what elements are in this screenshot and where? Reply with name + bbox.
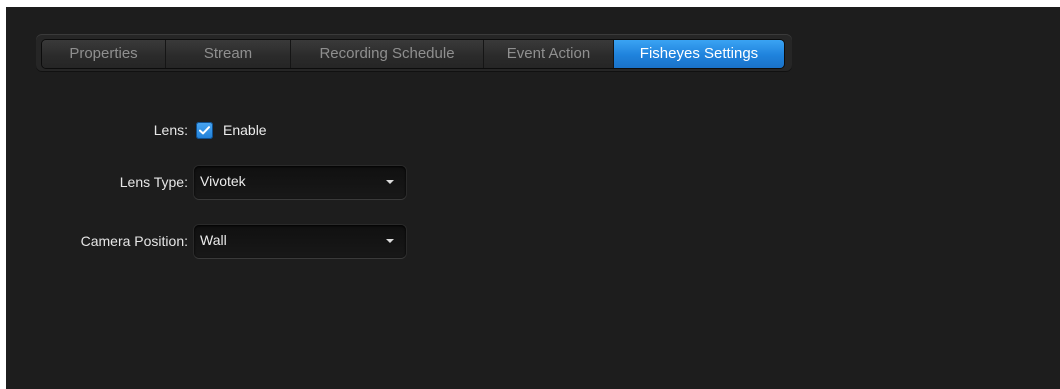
tab-properties[interactable]: Properties <box>42 40 166 68</box>
chevron-down-icon <box>386 179 394 184</box>
checkmark-icon <box>199 125 210 134</box>
lens-type-label: Lens Type: <box>119 174 188 190</box>
tab-fisheyes-settings[interactable]: Fisheyes Settings <box>614 40 784 68</box>
camera-position-dropdown[interactable]: Wall <box>194 224 406 258</box>
tab-recording-schedule[interactable]: Recording Schedule <box>291 40 484 68</box>
lens-row: Lens: Enable <box>0 115 267 145</box>
lens-type-dropdown[interactable]: Vivotek <box>194 165 406 199</box>
tab-event-action[interactable]: Event Action <box>484 40 614 68</box>
lens-type-value: Vivotek <box>200 172 246 189</box>
camera-position-row: Camera Position: Wall <box>0 224 406 258</box>
lens-enable-checkbox[interactable] <box>196 121 213 139</box>
tab-bar: Properties Stream Recording Schedule Eve… <box>42 40 784 68</box>
chevron-down-icon <box>386 238 394 243</box>
lens-label: Lens: <box>153 122 188 138</box>
lens-enable-label[interactable]: Enable <box>223 122 267 138</box>
camera-position-label: Camera Position: <box>80 233 188 249</box>
camera-position-value: Wall <box>200 231 227 248</box>
tab-stream[interactable]: Stream <box>166 40 291 68</box>
lens-type-row: Lens Type: Vivotek <box>0 165 406 199</box>
